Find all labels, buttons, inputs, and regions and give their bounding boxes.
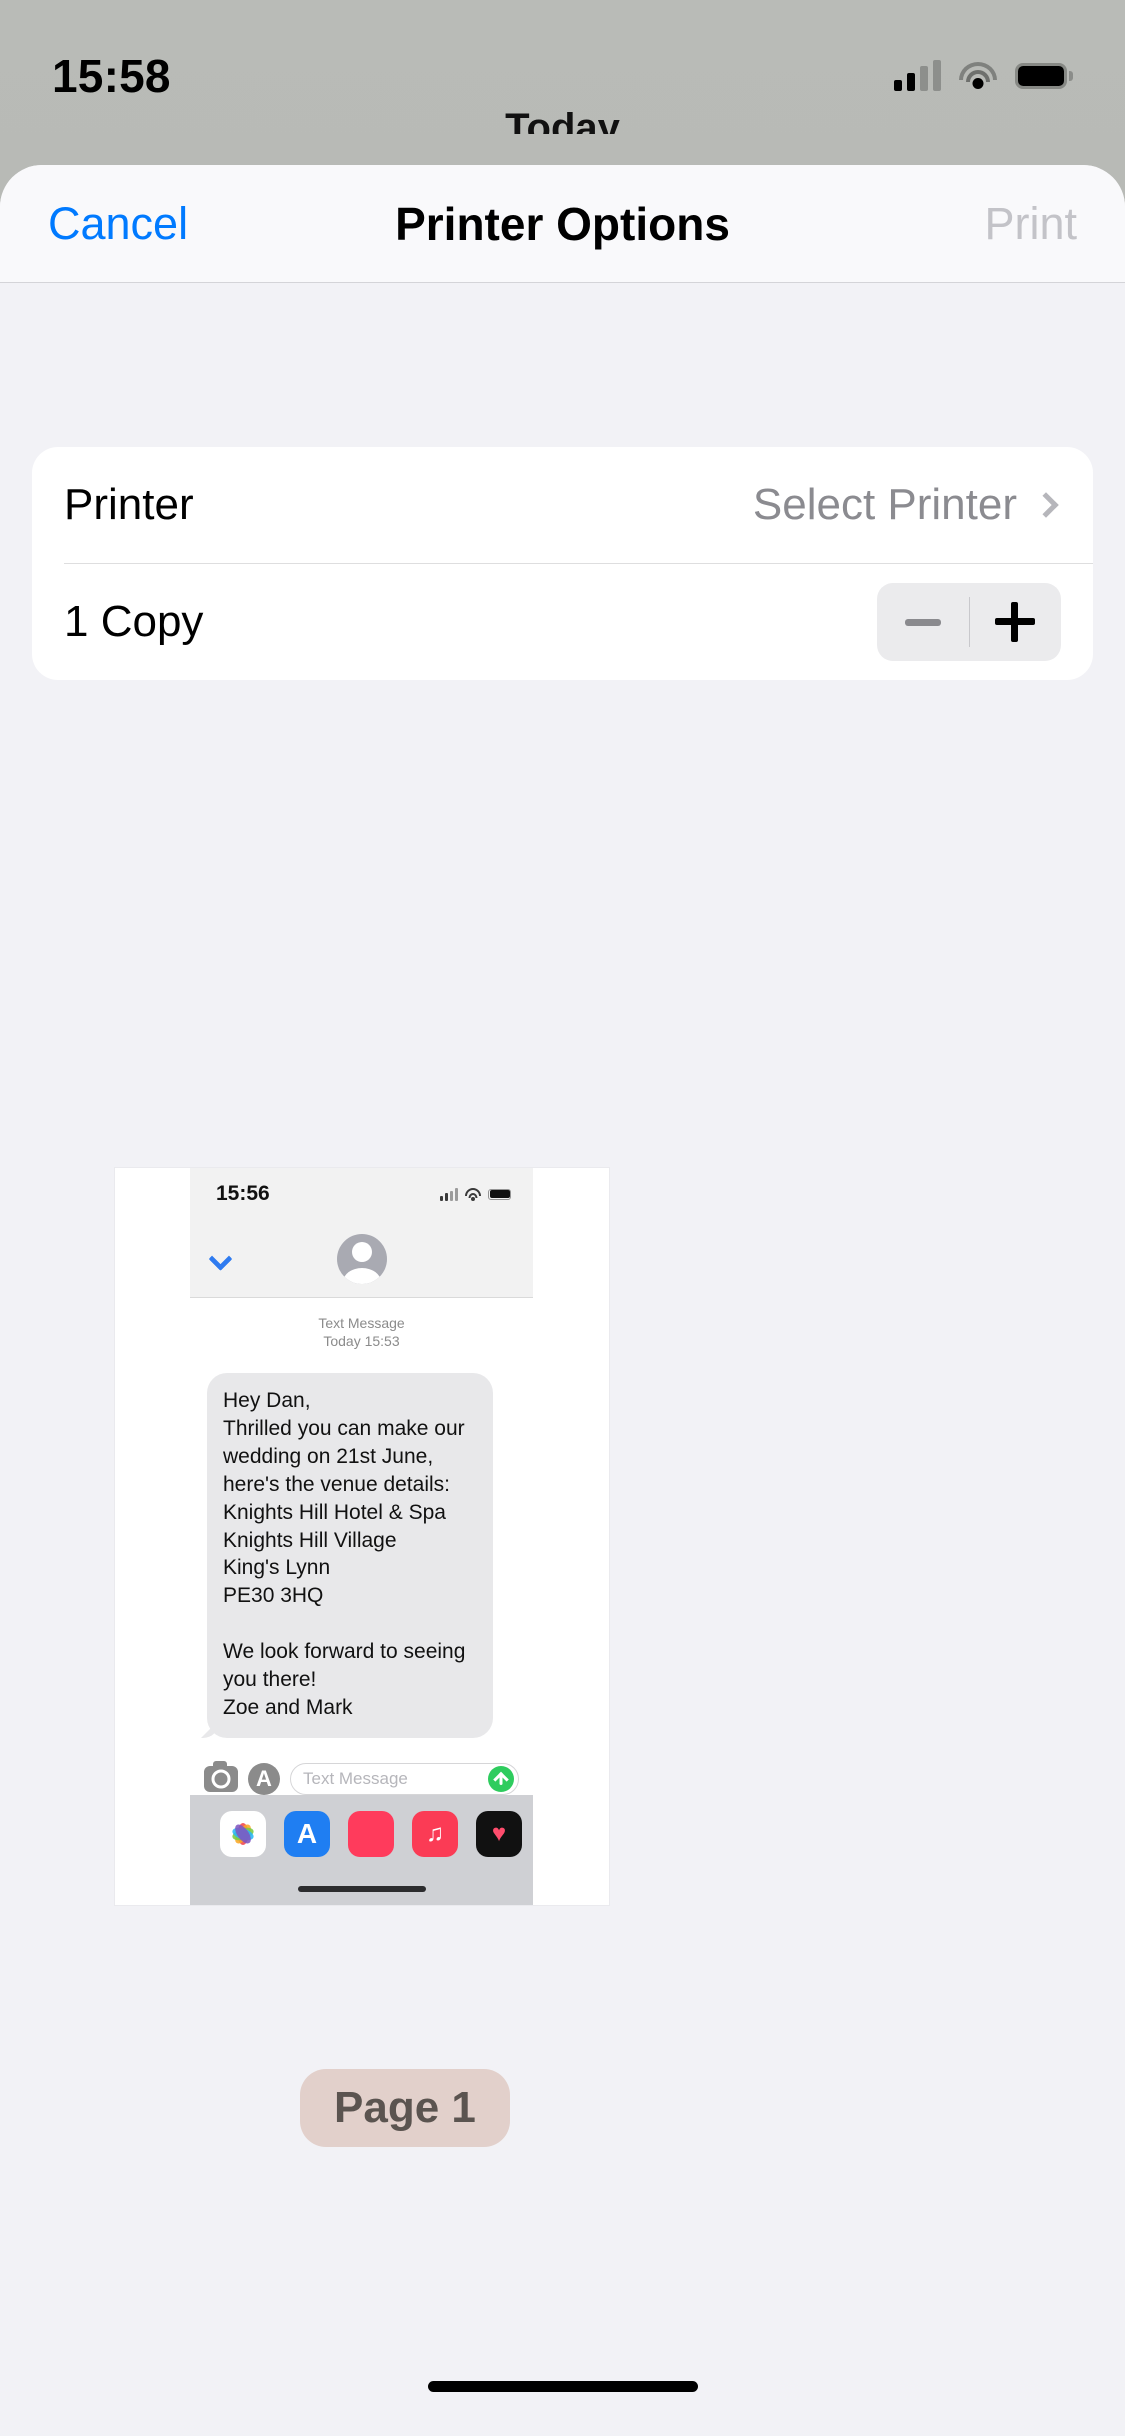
home-indicator <box>427 2381 698 2392</box>
page-number-badge: Page 1 <box>300 2069 510 2147</box>
printer-options-sheet: Cancel Printer Options Print Printer Sel… <box>0 165 1125 2436</box>
contact-avatar-icon <box>336 1233 387 1284</box>
sheet-navigation-bar: Cancel Printer Options Print <box>0 165 1125 283</box>
copies-row: 1 Copy <box>32 564 1093 680</box>
print-preview-page[interactable]: 15:56 Text Message Today 15:53 Hey Dan, … <box>115 1168 609 1905</box>
preview-wifi-icon <box>465 1188 481 1201</box>
pink-app-icon[interactable] <box>348 1811 394 1857</box>
message-stamp-type: Text Message <box>318 1315 405 1331</box>
app-store-icon[interactable]: A <box>248 1763 280 1795</box>
status-bar-time: 15:58 <box>52 50 171 102</box>
printer-row[interactable]: Printer Select Printer <box>32 447 1093 563</box>
message-bubble: Hey Dan, Thrilled you can make our weddi… <box>207 1372 493 1738</box>
chevron-right-icon <box>1033 492 1059 518</box>
camera-icon[interactable] <box>204 1761 238 1792</box>
copies-row-label: 1 Copy <box>64 597 204 646</box>
cellular-signal-icon <box>894 60 941 91</box>
preview-conversation-header <box>190 1220 533 1298</box>
app-store-app-icon[interactable]: A <box>284 1811 330 1857</box>
message-input-field[interactable]: Text Message <box>290 1763 519 1795</box>
minus-icon <box>905 618 941 626</box>
printer-row-value-group: Select Printer <box>753 480 1061 530</box>
battery-icon <box>1015 63 1073 89</box>
increment-copies-button[interactable] <box>969 583 1061 661</box>
host-app-title-peek: Today <box>505 106 620 134</box>
printer-options-card: Printer Select Printer 1 Copy <box>32 447 1093 680</box>
message-timestamp-stamp: Text Message Today 15:53 <box>190 1314 533 1351</box>
preview-battery-icon <box>488 1188 511 1200</box>
health-app-label: ♥ <box>491 1820 507 1847</box>
message-stamp-time: Today 15:53 <box>323 1333 400 1350</box>
wifi-icon <box>959 62 997 90</box>
status-bar-indicators <box>894 41 1073 91</box>
message-compose-toolbar: A Text Message <box>190 1761 533 1795</box>
preview-message-list: Text Message Today 15:53 Hey Dan, Thrill… <box>190 1298 533 1818</box>
health-app-icon[interactable]: ♥ <box>476 1811 522 1857</box>
page-title: Printer Options <box>395 197 730 250</box>
plus-icon <box>995 602 1035 642</box>
send-arrow-icon[interactable] <box>488 1766 514 1792</box>
copies-stepper[interactable] <box>877 583 1061 661</box>
message-input-placeholder: Text Message <box>303 1769 408 1788</box>
printer-row-value: Select Printer <box>752 480 1017 529</box>
chevron-left-icon <box>208 1246 233 1271</box>
decrement-copies-button[interactable] <box>877 583 969 661</box>
printer-row-label: Printer <box>64 480 194 529</box>
stepper-divider <box>969 597 970 647</box>
preview-status-bar-indicators <box>440 1187 511 1201</box>
photos-app-icon[interactable] <box>220 1811 266 1857</box>
print-preview-content: 15:56 Text Message Today 15:53 Hey Dan, … <box>190 1168 533 1905</box>
preview-status-bar: 15:56 <box>190 1168 533 1220</box>
preview-cellular-signal-icon <box>440 1187 458 1201</box>
preview-home-indicator <box>297 1886 426 1892</box>
print-button[interactable]: Print <box>984 198 1077 250</box>
music-app-label: ♫ <box>426 1820 444 1847</box>
music-app-icon[interactable]: ♫ <box>412 1811 458 1857</box>
preview-status-bar-time: 15:56 <box>216 1182 270 1205</box>
